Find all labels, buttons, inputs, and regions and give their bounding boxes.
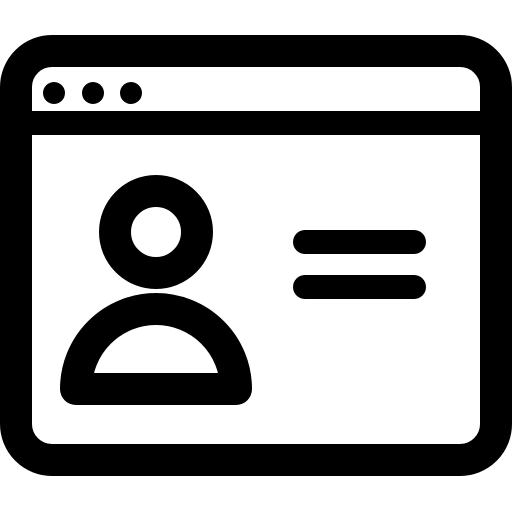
window-dot-3	[120, 82, 142, 104]
user-avatar-icon	[60, 175, 252, 405]
avatar-head	[99, 175, 213, 289]
avatar-body	[60, 293, 252, 405]
profile-browser-window-icon	[0, 0, 512, 512]
profile-window-svg	[0, 35, 512, 476]
window-dot-2	[82, 82, 104, 104]
profile-text-lines	[293, 230, 426, 299]
window-dot-1	[43, 82, 65, 104]
window-controls	[43, 82, 142, 104]
